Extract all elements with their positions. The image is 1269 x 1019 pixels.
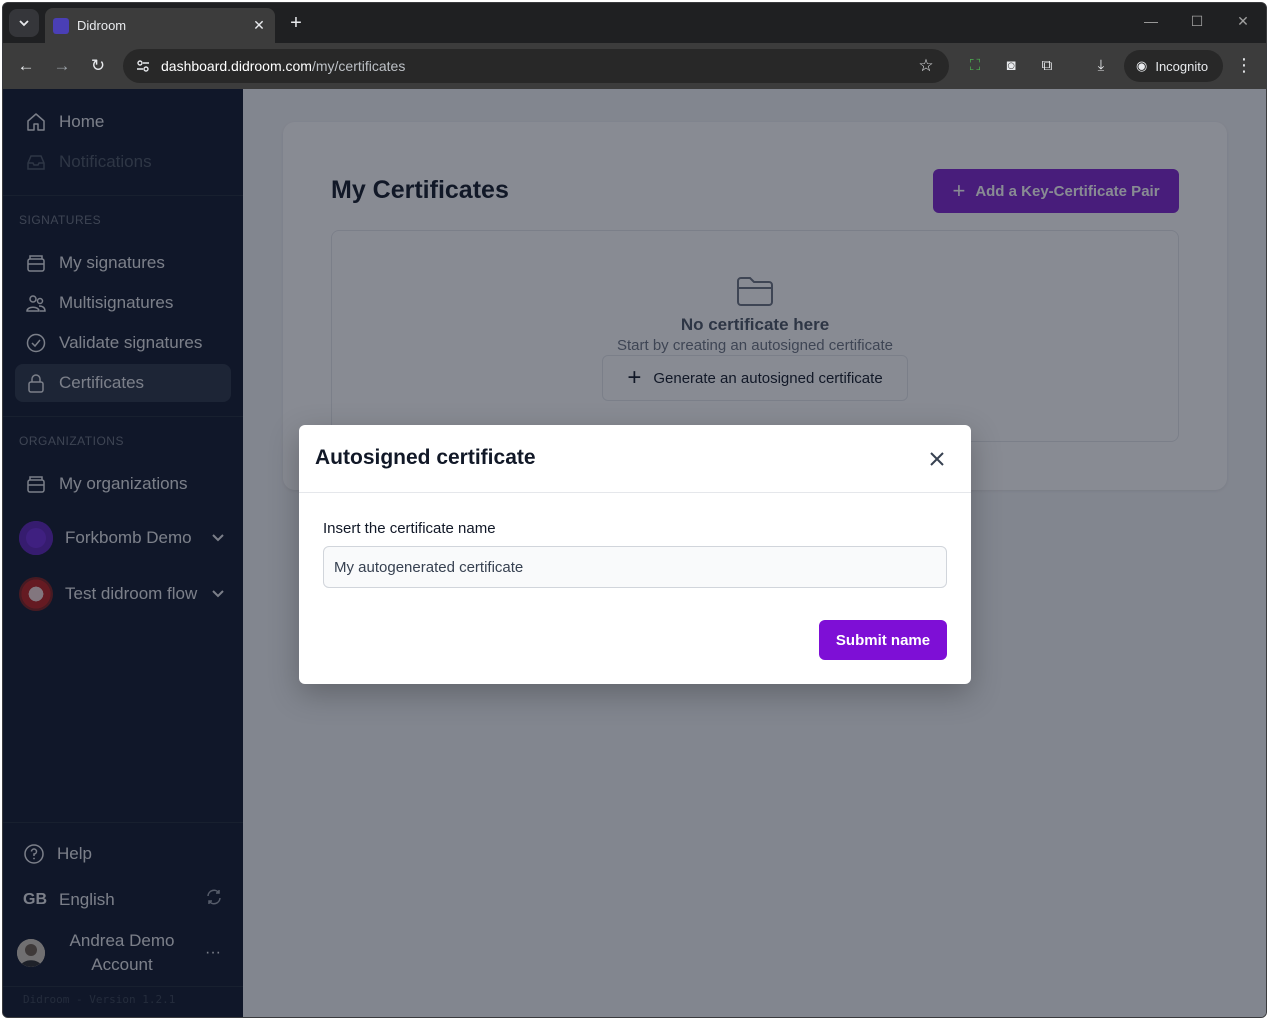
dialog-title: Autosigned certificate	[315, 446, 536, 469]
dialog-header: Autosigned certificate	[299, 425, 971, 493]
window-close-icon[interactable]: ✕	[1233, 13, 1253, 30]
incognito-icon: ◉	[1136, 58, 1148, 73]
new-tab-button[interactable]: +	[285, 12, 307, 34]
tab-close-icon[interactable]: ✕	[251, 17, 267, 34]
address-bar[interactable]: dashboard.didroom.com/my/certificates ☆	[123, 49, 949, 83]
autosigned-certificate-dialog: Autosigned certificate Insert the certif…	[299, 425, 971, 684]
tab-title: Didroom	[77, 18, 127, 33]
screen-capture-icon[interactable]: ⛶	[965, 56, 985, 76]
bookmark-star-icon[interactable]: ☆	[915, 55, 937, 77]
minimize-icon[interactable]: —	[1141, 13, 1161, 29]
certificate-name-label: Insert the certificate name	[323, 520, 496, 537]
certificate-name-input[interactable]	[323, 546, 947, 588]
url-text: dashboard.didroom.com/my/certificates	[161, 58, 406, 74]
reload-icon[interactable]: ↻	[87, 55, 109, 77]
extensions-icon[interactable]: ⧉	[1037, 56, 1057, 76]
incognito-label: Incognito	[1155, 58, 1209, 74]
favicon-icon	[53, 17, 69, 34]
browser-toolbar: ← → ↻ dashboard.didroom.com/my/certifica…	[3, 43, 1266, 89]
browser-tab[interactable]: Didroom ✕	[45, 8, 275, 43]
close-icon[interactable]	[925, 447, 949, 471]
maximize-icon[interactable]: ☐	[1187, 13, 1207, 30]
browser-menu-icon[interactable]: ⋮	[1235, 55, 1253, 76]
browser-window: Didroom ✕ + — ☐ ✕ ← → ↻ dashboard.didroo…	[2, 2, 1267, 1018]
forward-arrow-icon[interactable]: →	[51, 55, 73, 77]
submit-name-button[interactable]: Submit name	[819, 620, 947, 660]
site-info-icon[interactable]	[133, 56, 153, 76]
tab-strip: Didroom ✕ + — ☐ ✕	[3, 3, 1266, 43]
incognito-badge[interactable]: ◉ Incognito	[1124, 50, 1223, 82]
tab-search-button[interactable]	[9, 9, 39, 37]
chevron-down-icon	[19, 20, 29, 27]
camera-icon[interactable]: ◙	[1001, 56, 1021, 76]
back-arrow-icon[interactable]: ←	[15, 55, 37, 77]
download-icon[interactable]: ⤓	[1091, 56, 1111, 76]
